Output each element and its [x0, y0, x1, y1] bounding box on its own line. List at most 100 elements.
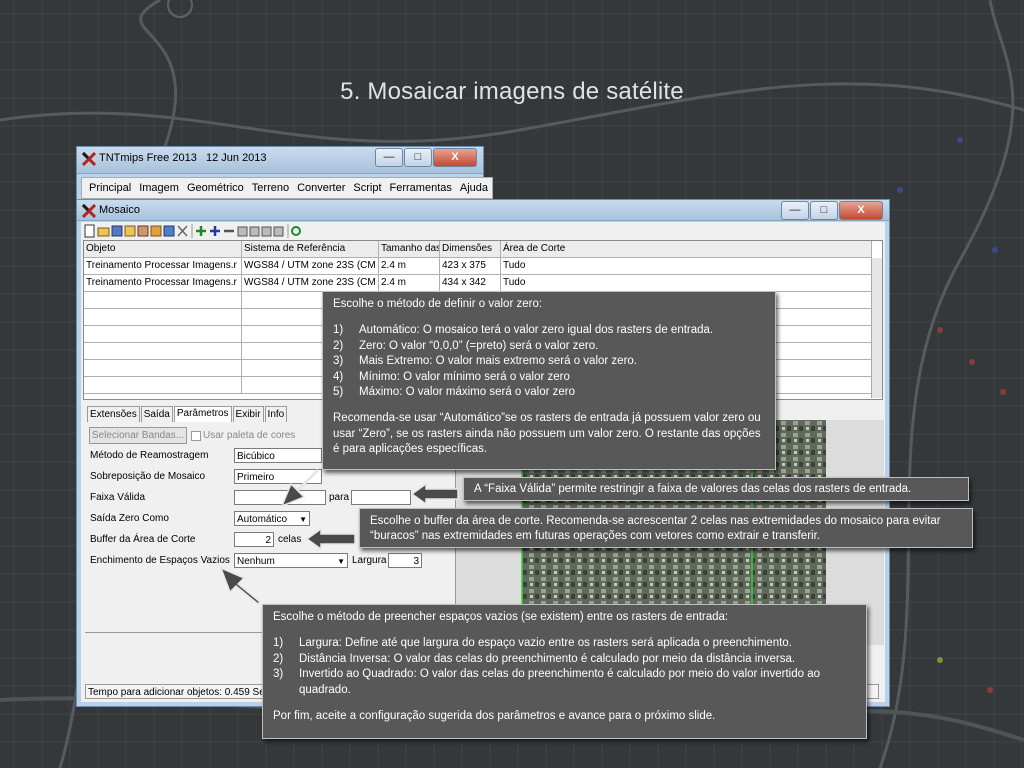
tntmips-window: TNTmips Free 2013 12 Jun 2013 — □ X Prin…: [76, 146, 494, 200]
tntmips-date: 12 Jun 2013: [205, 152, 267, 164]
col-header-dimensoes[interactable]: Dimensões: [440, 241, 501, 257]
menu-principal[interactable]: Principal: [89, 182, 131, 194]
move-down-icon[interactable]: [249, 226, 260, 237]
refresh-icon[interactable]: [291, 226, 301, 236]
run-icon[interactable]: [150, 225, 162, 237]
list-item: 4) Mínimo: O valor mínimo será o valor ze…: [333, 370, 570, 383]
menu-geometrico[interactable]: Geométrico: [187, 182, 244, 194]
fill-width-field[interactable]: 3: [388, 553, 422, 568]
resample-select[interactable]: Bicúbico: [234, 448, 322, 463]
mosaico-maximize-button[interactable]: □: [810, 201, 838, 220]
resample-label: Método de Reamostragem: [90, 450, 209, 461]
move-top-icon[interactable]: [261, 226, 272, 237]
col-header-tamanho[interactable]: Tamanho das: [379, 241, 440, 257]
add-blue-icon[interactable]: [210, 226, 220, 236]
menu-script[interactable]: Script: [353, 182, 381, 194]
callout-zero-value: Escolhe o método de definir o valor zero…: [322, 291, 776, 470]
list-item: 2) Distância Inversa: O valor das celas d…: [273, 652, 796, 665]
valid-range-to-label: para: [329, 492, 350, 503]
minimize-button[interactable]: —: [375, 148, 403, 167]
mosaico-close-button[interactable]: X: [839, 201, 883, 220]
mosaico-minimize-button[interactable]: —: [781, 201, 809, 220]
table-header-row: Objeto Sistema de Referência Tamanho das…: [84, 241, 872, 258]
overlap-label: Sobreposição de Mosaico: [90, 471, 206, 482]
layers-icon[interactable]: [137, 225, 149, 237]
slide-title: 5. Mosaicar imagens de satélite: [340, 78, 684, 105]
delete-icon[interactable]: [177, 225, 188, 237]
cell-dimensoes: 434 x 342: [440, 275, 501, 291]
tab-extensoes[interactable]: Extensões: [87, 406, 140, 422]
callout-fill-intro: Escolhe o método de preencher espaços va…: [273, 611, 729, 623]
menu-imagem[interactable]: Imagem: [139, 182, 179, 194]
fill-width-label: Largura: [352, 555, 387, 566]
callout-valid-range: A “Faixa Válida” permite restringir a fa…: [463, 477, 969, 501]
param-tabs: Extensões Saída Parâmetros Exibir Info: [87, 406, 288, 422]
chevron-down-icon: ▼: [337, 557, 345, 566]
palette-checkbox-label: Usar paleta de cores: [203, 430, 296, 441]
cell-objeto: Treinamento Processar Imagens.r: [84, 258, 242, 274]
edit-icon[interactable]: [124, 225, 136, 237]
cell-sistema: WGS84 / UTM zone 23S (CM -: [242, 258, 379, 274]
menu-ferramentas[interactable]: Ferramentas: [390, 182, 452, 194]
open-folder-icon[interactable]: [97, 227, 110, 237]
buffer-field[interactable]: 2: [234, 532, 274, 547]
list-item: 3) Invertido ao Quadrado: O valor das cel…: [273, 668, 820, 696]
tab-info[interactable]: Info: [264, 406, 288, 422]
zero-out-value: Automático: [237, 514, 288, 525]
tntmips-logo-icon: [82, 152, 96, 166]
callout-fill-list: 1) Largura: Define até que largura do esp…: [273, 636, 856, 698]
arrow-left-buffer-icon: [305, 527, 356, 551]
toolbar-icons: [84, 224, 301, 238]
select-bands-button[interactable]: Selecionar Bandas...: [89, 427, 187, 444]
move-bottom-icon[interactable]: [273, 226, 284, 237]
col-header-sistema[interactable]: Sistema de Referência: [242, 241, 379, 257]
status-text: Tempo para adicionar objetos: 0.459 Se: [88, 687, 265, 698]
arrow-to-fill-icon: [219, 566, 262, 606]
add-green-icon[interactable]: [196, 226, 206, 236]
zero-out-label: Saída Zero Como: [90, 513, 169, 524]
table-row[interactable]: Treinamento Processar Imagens.r WGS84 / …: [84, 258, 872, 275]
menu-terreno[interactable]: Terreno: [252, 182, 289, 194]
callout-fill-outro: Por fim, aceite a configuração sugerida …: [273, 710, 716, 723]
callout-zero-intro: Escolhe o método de definir o valor zero…: [333, 298, 543, 310]
cell-area-corte: Tudo: [501, 275, 872, 291]
palette-checkbox[interactable]: [191, 431, 201, 441]
list-item: 3) Mais Extremo: O valor mais extremo ser…: [333, 355, 637, 368]
maximize-button[interactable]: □: [404, 148, 432, 167]
chart-icon[interactable]: [163, 225, 175, 237]
table-scrollbar[interactable]: [871, 258, 882, 398]
callout-buffer: Escolhe o buffer da área de corte. Recom…: [359, 508, 973, 548]
buffer-unit-label: celas: [278, 534, 302, 545]
cell-dimensoes: 423 x 375: [440, 258, 501, 274]
list-item: 1) Largura: Define até que largura do esp…: [273, 637, 792, 650]
mosaico-logo-icon: [82, 204, 96, 218]
arrow-to-valid-range-icon: [280, 468, 320, 508]
valid-range-label: Faixa Válida: [90, 492, 146, 503]
menu-converter[interactable]: Converter: [297, 182, 345, 194]
fill-label: Enchimento de Espaços Vazios: [90, 555, 230, 566]
new-file-icon[interactable]: [84, 224, 95, 238]
mosaico-titlebar[interactable]: Mosaico — □ X: [77, 200, 889, 221]
cell-objeto: Treinamento Processar Imagens.r: [84, 275, 242, 291]
zero-out-select[interactable]: Automático ▼: [234, 511, 310, 526]
save-icon[interactable]: [111, 225, 123, 237]
tab-saida[interactable]: Saída: [140, 406, 173, 422]
mosaico-title: Mosaico: [99, 204, 140, 216]
tntmips-menubar: Principal Imagem Geométrico Terreno Conv…: [81, 177, 494, 199]
chevron-down-icon: ▼: [299, 515, 307, 524]
tab-parametros[interactable]: Parâmetros: [173, 406, 232, 422]
cell-tamanho: 2.4 m: [379, 258, 440, 274]
callout-zero-list: 1) Automático: O mosaico terá o valor zer…: [333, 323, 765, 400]
callout-zero-outro: Recomenda-se usar “Automático”se os rast…: [333, 412, 761, 456]
col-header-area-corte[interactable]: Área de Corte: [501, 241, 872, 257]
list-item: 1) Automático: O mosaico terá o valor zer…: [333, 324, 714, 337]
table-row[interactable]: Treinamento Processar Imagens.r WGS84 / …: [84, 275, 872, 292]
tab-exibir[interactable]: Exibir: [232, 406, 264, 422]
cell-sistema: WGS84 / UTM zone 23S (CM -: [242, 275, 379, 291]
col-header-objeto[interactable]: Objeto: [84, 241, 242, 257]
menu-ajuda[interactable]: Ajuda: [460, 182, 488, 194]
valid-range-max-field[interactable]: [351, 490, 411, 505]
move-up-icon[interactable]: [237, 226, 248, 237]
tntmips-titlebar[interactable]: TNTmips Free 2013 12 Jun 2013 — □ X: [77, 147, 483, 174]
close-button[interactable]: X: [433, 148, 477, 167]
